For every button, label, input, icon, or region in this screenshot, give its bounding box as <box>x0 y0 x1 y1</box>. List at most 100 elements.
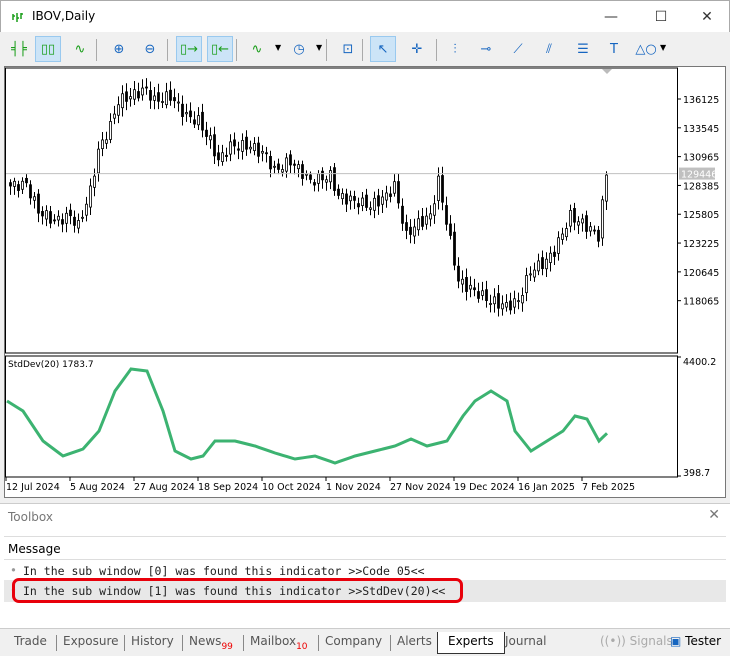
bar-chart-icon[interactable]: ╡╞ <box>6 36 32 62</box>
tab-experts[interactable]: Experts <box>437 632 505 654</box>
candle <box>585 215 588 232</box>
tab-history[interactable]: History <box>131 632 174 654</box>
candle <box>493 296 496 305</box>
candle <box>501 303 504 310</box>
price-tick-label: 133545 <box>683 124 719 135</box>
candle <box>405 222 408 231</box>
screenshot-icon[interactable]: ⊡ <box>335 36 361 62</box>
candle <box>349 195 352 202</box>
candle <box>65 212 68 224</box>
autoscroll-icon[interactable]: ▯← <box>207 36 233 62</box>
candle <box>277 163 280 170</box>
tab-alerts[interactable]: Alerts <box>397 632 432 654</box>
candle <box>481 290 484 296</box>
shapes-dropdown-icon[interactable]: ▼ <box>660 43 666 52</box>
toolbox-close-button[interactable]: ✕ <box>708 507 720 523</box>
tab-news[interactable]: News99 <box>189 632 233 654</box>
horizontal-line-icon[interactable]: ⊸ <box>473 36 499 62</box>
candle <box>333 167 336 191</box>
tab-trade[interactable]: Trade <box>14 632 47 654</box>
candle <box>413 226 416 237</box>
candle <box>301 164 304 179</box>
candle <box>77 220 80 229</box>
candle <box>541 257 544 270</box>
candle <box>149 90 152 101</box>
candle <box>117 104 120 116</box>
candle <box>165 91 168 106</box>
candle <box>537 260 540 272</box>
candle <box>185 112 188 115</box>
candle <box>225 154 228 157</box>
candle <box>425 215 428 225</box>
message-column-header[interactable]: Message <box>4 536 726 560</box>
candle <box>417 218 420 231</box>
candle <box>61 219 64 225</box>
price-tick-label: 128385 <box>683 181 719 192</box>
crosshair-icon[interactable]: ✛ <box>404 36 430 62</box>
maximize-button[interactable]: ☐ <box>641 5 681 29</box>
periods-icon[interactable]: ◷ <box>286 36 312 62</box>
candle <box>305 173 308 176</box>
toolbox-tabs: ((•)) Signals ▣ Tester Trade Exposure Hist… <box>0 628 730 656</box>
vertical-line-icon[interactable]: ⫶ <box>442 36 468 62</box>
candle <box>137 91 140 99</box>
line-chart-icon[interactable]: ∿ <box>67 36 93 62</box>
chart-canvas[interactable]: 136125 133545 130965 128385 125805 123225 1206… <box>5 67 727 499</box>
date-tick-label: 12 Jul 2024 <box>6 482 60 493</box>
tab-tester[interactable]: ▣ Tester <box>670 632 721 654</box>
zoom-out-icon[interactable]: ⊖ <box>137 36 163 62</box>
candle <box>561 233 564 240</box>
stddev-line <box>6 367 609 465</box>
candle <box>325 179 328 183</box>
minimize-button[interactable]: — <box>591 5 631 29</box>
tab-exposure[interactable]: Exposure <box>63 632 119 654</box>
candle <box>145 86 148 89</box>
candle <box>521 295 524 304</box>
candle <box>453 231 456 266</box>
zoom-in-icon[interactable]: ⊕ <box>106 36 132 62</box>
candle <box>13 180 16 187</box>
trendline-icon[interactable]: ⟋ <box>505 36 531 62</box>
candle <box>357 203 360 208</box>
candlestick-icon[interactable]: ▯▯ <box>35 36 61 62</box>
price-tick-label: 125805 <box>683 210 719 221</box>
cursor-icon[interactable]: ↖ <box>370 36 396 62</box>
date-tick-label: 18 Sep 2024 <box>198 482 258 493</box>
fibonacci-icon[interactable]: ☰ <box>570 36 596 62</box>
equidistant-channel-icon[interactable]: ⫽ <box>536 36 562 62</box>
toolbar-separator <box>167 39 168 61</box>
toolbar-separator <box>326 39 327 61</box>
bullet-icon: • <box>10 563 17 577</box>
candle <box>41 211 44 217</box>
tab-separator <box>124 635 125 651</box>
indicators-dropdown-icon[interactable]: ▼ <box>275 43 281 52</box>
price-tick-label: 118065 <box>683 297 719 308</box>
close-button[interactable]: ✕ <box>687 5 727 29</box>
tab-company[interactable]: Company <box>325 632 382 654</box>
periods-dropdown-icon[interactable]: ▼ <box>316 43 322 52</box>
text-icon[interactable]: T <box>601 36 627 62</box>
candle <box>429 213 432 220</box>
candle <box>297 164 300 170</box>
tab-mailbox[interactable]: Mailbox10 <box>250 632 308 654</box>
candle <box>361 197 364 207</box>
candle <box>469 284 472 290</box>
chart-shift-icon[interactable]: ▯→ <box>176 36 202 62</box>
shapes-icon[interactable]: △○ <box>633 36 659 62</box>
candle <box>601 199 604 239</box>
app-chart-icon <box>12 13 23 22</box>
candle <box>281 169 284 173</box>
candle <box>565 228 568 238</box>
tab-signals[interactable]: ((•)) Signals <box>600 632 673 654</box>
tab-label: Company <box>325 634 383 648</box>
tab-journal[interactable]: Journal <box>505 632 547 654</box>
tab-separator <box>182 635 183 651</box>
candle <box>553 251 556 257</box>
candle <box>105 139 108 144</box>
tab-separator <box>390 635 391 651</box>
candle <box>213 134 216 157</box>
indicators-icon[interactable]: ∿ <box>244 36 270 62</box>
chart-window[interactable]: 136125 133545 130965 128385 125805 123225 1206… <box>4 66 726 498</box>
candle <box>229 141 232 155</box>
candle <box>193 119 196 125</box>
